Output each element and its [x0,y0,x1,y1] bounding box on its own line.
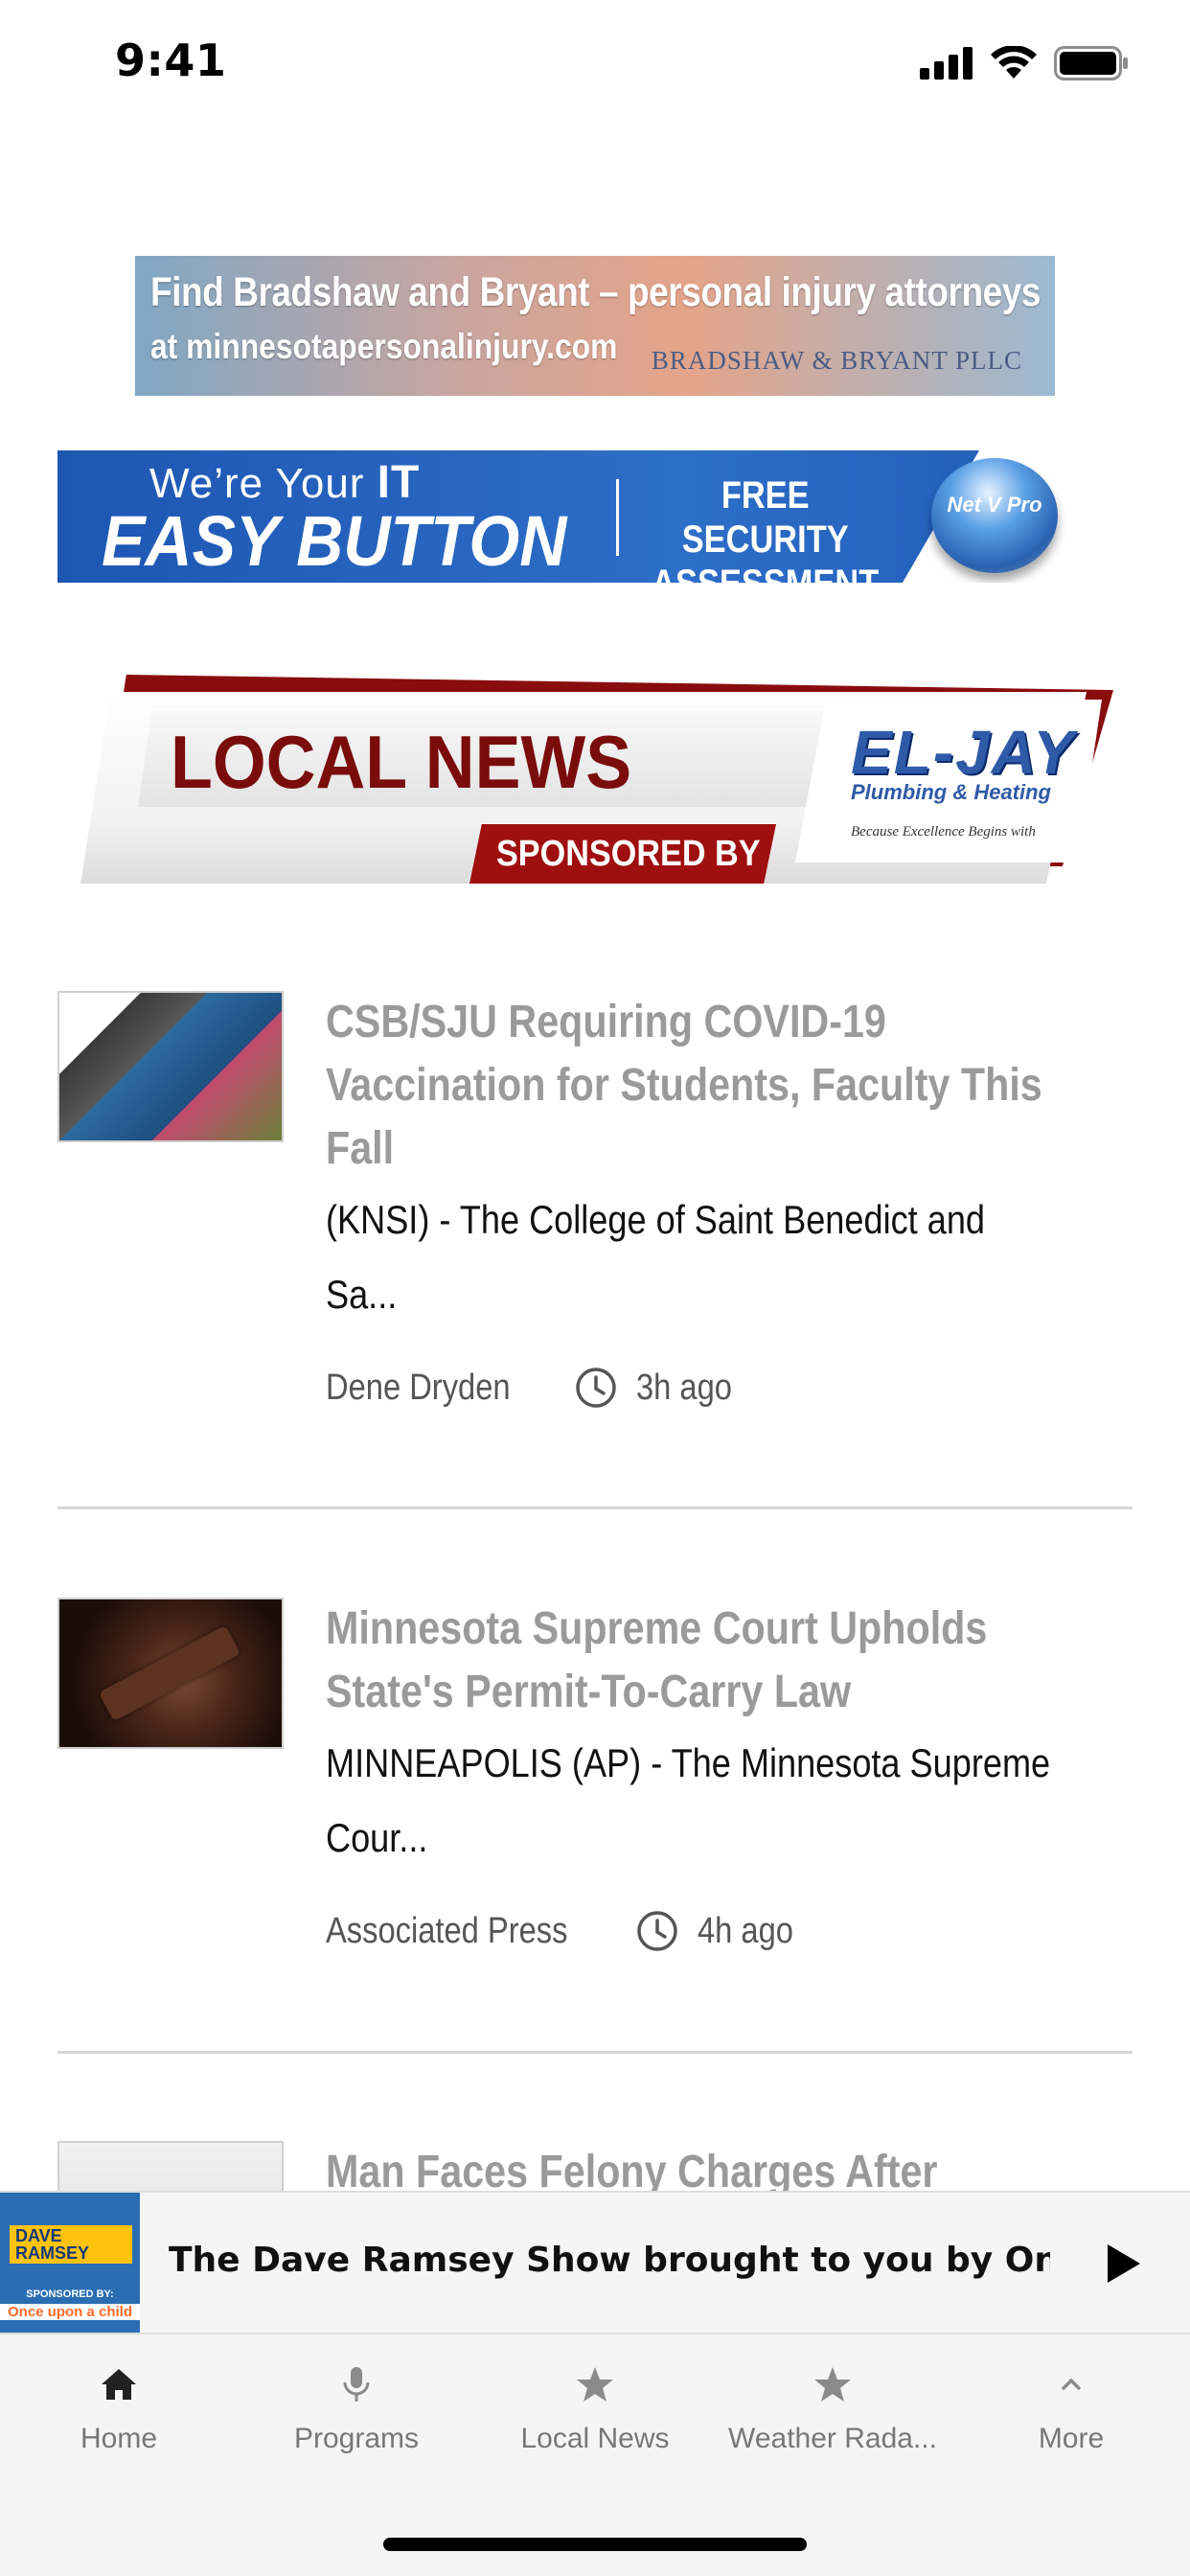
clock-icon [576,1368,616,1408]
local-news-sponsor-banner[interactable]: LOCAL NEWS SPONSORED BY EL-JAY Plumbing … [67,671,1121,901]
ad-divider [616,479,619,556]
ad-banner-bradshaw-bryant[interactable]: Find Bradshaw and Bryant – personal inju… [135,256,1055,396]
tab-local-news[interactable]: Local News [476,2354,714,2459]
cellular-signal-icon [920,47,973,80]
article-time: 3h ago [636,1367,732,1408]
article-author: Associated Press [326,1910,568,1951]
ad-offer: FREE SECURITY ASSESSMENT [652,474,879,583]
article-thumbnail[interactable] [57,2141,284,2191]
article-headline[interactable]: Man Faces Felony Charges After [326,2141,1131,2191]
tab-label: Programs [293,2423,420,2454]
sponsor-logo: EL-JAY [851,718,1076,787]
wifi-icon [991,46,1037,79]
tab-label: Weather Rada... [728,2423,937,2454]
divider [57,1506,1133,1509]
status-bar: 9:41 [0,0,1190,129]
battery-icon [1054,46,1128,80]
ad-text-line1: Find Bradshaw and Bryant – personal inju… [150,269,1041,315]
tab-more[interactable]: More [952,2354,1190,2459]
sponsor-subtitle: Plumbing & Heating [851,780,1051,804]
star-icon [814,2367,851,2402]
ad-brand-logo: BRADSHAW & BRYANT PLLC [651,346,1022,375]
status-time: 9:41 [115,34,227,86]
article-headline[interactable]: CSB/SJU Requiring COVID-19 Vaccination f… [326,991,1131,1181]
ad-headline: EASY BUTTON [102,501,567,581]
article-excerpt: (KNSI) - The College of Saint Benedict a… [326,1197,985,1317]
ad-text-line2: at minnesotapersonalinjury.com [150,327,618,366]
article-time: 4h ago [698,1910,793,1951]
article-meta: Dene Dryden 3h ago [326,1367,747,1409]
status-icons [920,46,1129,80]
article-excerpt: MINNEAPOLIS (AP) - The Minnesota Supreme… [326,1740,1051,1860]
banner-title: LOCAL NEWS [171,720,632,804]
home-indicator[interactable] [383,2538,807,2551]
clock-icon [637,1911,677,1951]
home-icon [102,2369,136,2400]
now-playing-bar[interactable]: DAVE RAMSEY SPONSORED BY: Once upon a ch… [0,2191,1190,2334]
ad-banner-netvpro[interactable]: We’re Your IT EASY BUTTON FREE SECURITY … [57,450,1094,583]
tab-home[interactable]: Home [0,2354,238,2459]
tab-weather-radar[interactable]: Weather Rada... [714,2354,951,2459]
divider [57,2051,1133,2054]
article-meta: Associated Press 4h ago [326,1910,809,1952]
star-icon [577,2367,613,2402]
chevron-up-icon [1062,2379,1081,2390]
ad-logo-button: Net V Pro [931,458,1058,573]
tab-label: Local News [520,2423,670,2454]
microphone-icon [343,2367,370,2402]
article-headline[interactable]: Minnesota Supreme Court Upholds State's … [326,1598,1131,1724]
article-item[interactable]: Minnesota Supreme Court Upholds State's … [57,1598,1133,1981]
tab-label: More [1038,2423,1105,2454]
tab-programs[interactable]: Programs [238,2354,475,2459]
article-item[interactable]: Man Faces Felony Charges After [57,2141,1133,2191]
now-playing-title[interactable]: The Dave Ramsey Show brought to you by O… [169,2241,1050,2280]
play-icon[interactable] [1092,2235,1150,2292]
tab-label: Home [80,2423,158,2454]
article-thumbnail[interactable] [57,1598,284,1749]
article-item[interactable]: CSB/SJU Requiring COVID-19 Vaccination f… [57,991,1133,1432]
article-thumbnail[interactable] [57,991,284,1142]
article-author: Dene Dryden [326,1367,511,1408]
sponsor-tagline: Because Excellence Begins with [851,824,1036,840]
podcast-artwork[interactable]: DAVE RAMSEY SPONSORED BY: Once upon a ch… [0,2193,140,2333]
sponsored-by-label: SPONSORED BY [469,824,776,884]
